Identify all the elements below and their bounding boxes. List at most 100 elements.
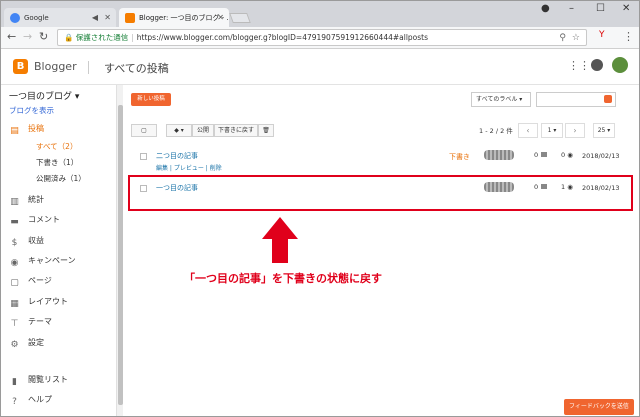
feedback-button[interactable]: フィードバックを送信 <box>564 399 634 415</box>
reload-icon[interactable]: ↻ <box>39 30 48 43</box>
sidebar-item-help[interactable]: ? ヘルプ <box>9 394 52 408</box>
star-icon[interactable]: ☆ <box>572 31 580 45</box>
sidebar-item-label: テーマ <box>28 317 52 326</box>
sidebar-subitem-all[interactable]: すべて（2） <box>36 141 77 152</box>
sidebar-item-stats[interactable]: ▥ 統計 <box>9 194 44 208</box>
close-window-icon[interactable]: ✕ <box>622 3 630 14</box>
sidebar-subitem-drafts[interactable]: 下書き（1） <box>36 157 78 168</box>
annotation-caption: 「一つ目の記事」を下書きの状態に戻す <box>184 272 382 285</box>
publish-button[interactable]: 公開 <box>192 124 214 137</box>
main-content: 新しい投稿 すべてのラベル ▾ ▢ ◆ ▾ 公開 下書きに戻す 🗑 1 - 2 … <box>123 85 639 416</box>
sidebar-item-pages[interactable]: ▢ ページ <box>9 275 52 289</box>
author-name-blurred <box>484 150 514 160</box>
status-badge: 下書き <box>449 153 470 161</box>
up-arrow-icon <box>262 217 298 263</box>
sidebar-item-posts[interactable]: ▤ 投稿 <box>9 123 44 137</box>
minimize-icon[interactable]: – <box>569 3 574 14</box>
label-button[interactable]: ◆ ▾ <box>166 124 192 137</box>
forward-icon[interactable]: → <box>23 30 32 43</box>
sidebar-item-layout[interactable]: ▦ レイアウト <box>9 296 68 310</box>
layout-icon: ▦ <box>10 299 19 309</box>
sidebar-item-label: 設定 <box>28 338 44 347</box>
sidebar-item-label: キャンペーン <box>28 256 76 265</box>
eye-icon: ◉ <box>567 151 573 159</box>
apps-grid-icon[interactable]: ⋮⋮ <box>568 59 590 72</box>
label-filter-select[interactable]: すべてのラベル ▾ <box>471 92 531 107</box>
comment-count: 0 <box>534 151 548 159</box>
tag-icon: ◆ <box>174 127 179 134</box>
menu-icon[interactable]: ⋮ <box>623 30 634 43</box>
comment-count-value: 0 <box>534 151 539 159</box>
page-count: 1 - 2 / 2 件 <box>479 127 513 135</box>
sidebar-item-label: レイアウト <box>28 297 68 306</box>
view-count: 0 ◉ <box>561 151 573 159</box>
sidebar-item-reading-list[interactable]: ▮ 閲覧リスト <box>9 374 68 388</box>
post-actions[interactable]: 編集 | プレビュー | 削除 <box>156 163 222 172</box>
sidebar-item-label: 収益 <box>28 236 44 245</box>
tab-blogger[interactable]: Blogger: 一つ目のブログ - ... ✕ <box>119 8 229 28</box>
secure-label: 保護された通信 <box>75 33 129 42</box>
sidebar-subitem-published[interactable]: 公開済み（1） <box>36 173 86 184</box>
maximize-icon[interactable]: ☐ <box>596 3 605 14</box>
close-tab-icon[interactable]: ✕ <box>104 8 111 28</box>
close-tab-icon[interactable]: ✕ <box>217 8 224 28</box>
search-icon[interactable] <box>604 95 612 103</box>
blog-selector[interactable]: 一つ目のブログ ▾ <box>9 89 79 102</box>
brand-name[interactable]: Blogger <box>34 60 77 73</box>
reading-list-icon: ▮ <box>12 377 17 387</box>
campaign-icon: ◉ <box>10 258 19 268</box>
tab-label: Google <box>24 14 49 22</box>
new-tab-button[interactable] <box>229 13 251 23</box>
url-text: https://www.blogger.com/blogger.g?blogID… <box>136 33 429 42</box>
browser-window: Google ◀ ✕ Blogger: 一つ目のブログ - ... ✕ ● – … <box>0 0 640 417</box>
sidebar-item-label: ページ <box>28 276 52 285</box>
sidebar-scrollbar[interactable] <box>116 85 123 416</box>
earnings-icon: $ <box>11 238 18 248</box>
post-title-link[interactable]: 二つ目の記事 <box>156 151 198 161</box>
highlight-box <box>128 175 633 211</box>
help-icon: ? <box>12 397 17 407</box>
prev-page-icon[interactable]: ‹ <box>518 123 538 138</box>
select-all-checkbox[interactable]: ▢ <box>131 124 157 137</box>
sidebar-item-label: ヘルプ <box>28 395 52 404</box>
blogger-favicon-icon <box>125 13 135 23</box>
account-icon[interactable]: ● <box>541 3 550 14</box>
tab-bar: Google ◀ ✕ Blogger: 一つ目のブログ - ... ✕ ● – … <box>1 1 639 28</box>
per-page-select[interactable]: 25 ▾ <box>593 123 615 138</box>
delete-icon[interactable]: 🗑 <box>258 124 274 137</box>
next-page-icon[interactable]: › <box>565 123 585 138</box>
revert-to-draft-button[interactable]: 下書きに戻す <box>214 124 258 137</box>
search-input[interactable] <box>536 92 616 107</box>
sidebar-item-theme[interactable]: ⊤ テーマ <box>9 316 52 330</box>
view-count-value: 0 <box>561 151 566 159</box>
table-row[interactable]: 二つ目の記事 編集 | プレビュー | 削除 下書き 0 0 ◉ 2018/02… <box>129 149 619 175</box>
page-select-value: 1 <box>547 127 552 134</box>
page-select[interactable]: 1 ▾ <box>541 123 563 138</box>
label-filter-value: すべてのラベル <box>476 96 518 103</box>
per-page-value: 25 <box>597 127 606 134</box>
google-favicon-icon <box>10 13 20 23</box>
stats-icon: ▥ <box>10 197 19 207</box>
sidebar-item-label: 投稿 <box>28 124 44 133</box>
new-post-button[interactable]: 新しい投稿 <box>131 93 171 106</box>
divider <box>88 61 89 74</box>
sidebar-item-label: コメント <box>28 215 60 224</box>
sidebar-item-campaigns[interactable]: ◉ キャンペーン <box>9 255 76 269</box>
theme-icon: ⊤ <box>10 319 19 329</box>
row-checkbox[interactable] <box>140 153 147 160</box>
search-icon[interactable]: ⚲ <box>559 31 566 45</box>
page-title: すべての投稿 <box>104 62 169 75</box>
view-blog-link[interactable]: ブログを表示 <box>9 105 54 116</box>
comment-icon: ▬ <box>10 217 19 227</box>
url-field[interactable]: 🔒 保護された通信 | https://www.blogger.com/blogge… <box>57 29 587 46</box>
sidebar-item-settings[interactable]: ⚙ 設定 <box>9 337 44 351</box>
avatar[interactable] <box>612 57 628 73</box>
back-icon[interactable]: ← <box>7 30 16 43</box>
sidebar-item-earnings[interactable]: $ 収益 <box>9 235 44 249</box>
tab-google[interactable]: Google ◀ ✕ <box>4 8 116 28</box>
notifications-icon[interactable] <box>591 59 603 71</box>
tab-label: Blogger: 一つ目のブログ - ... <box>139 14 229 22</box>
sidebar-item-comments[interactable]: ▬ コメント <box>9 214 60 228</box>
extension-icon[interactable]: Y <box>599 30 605 40</box>
blogger-logo-icon[interactable]: B <box>13 59 28 74</box>
